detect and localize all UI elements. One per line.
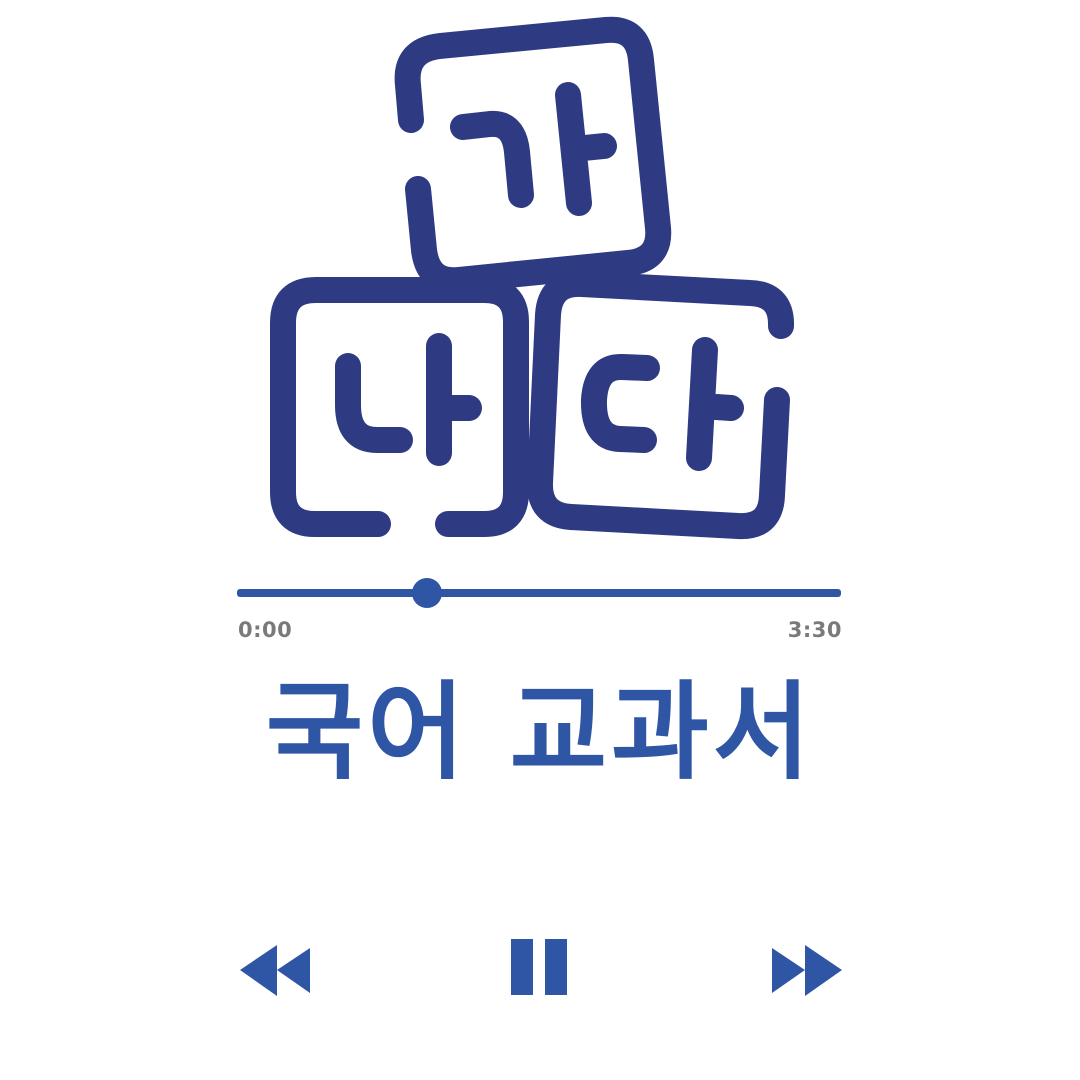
block-da bbox=[527, 270, 794, 540]
progress-bar[interactable] bbox=[237, 578, 841, 608]
block-ga bbox=[394, 16, 672, 294]
rewind-button[interactable] bbox=[238, 943, 312, 999]
fast-forward-icon bbox=[772, 945, 842, 996]
track-title: 국어 교과서 bbox=[265, 671, 815, 794]
album-artwork bbox=[270, 16, 794, 540]
pause-button[interactable] bbox=[510, 938, 568, 996]
progress-knob[interactable] bbox=[412, 578, 443, 608]
current-time: 0:00 bbox=[238, 618, 293, 642]
letter-ga bbox=[450, 82, 617, 216]
letter-da bbox=[581, 337, 744, 471]
total-time: 3:30 bbox=[787, 618, 842, 642]
pause-icon bbox=[511, 939, 567, 995]
fast-forward-button[interactable] bbox=[770, 943, 844, 999]
progress-track[interactable] bbox=[237, 589, 841, 597]
hangul-blocks-icon bbox=[270, 16, 794, 540]
rewind-icon bbox=[240, 945, 310, 996]
block-na bbox=[270, 277, 529, 537]
letter-na bbox=[335, 333, 482, 466]
